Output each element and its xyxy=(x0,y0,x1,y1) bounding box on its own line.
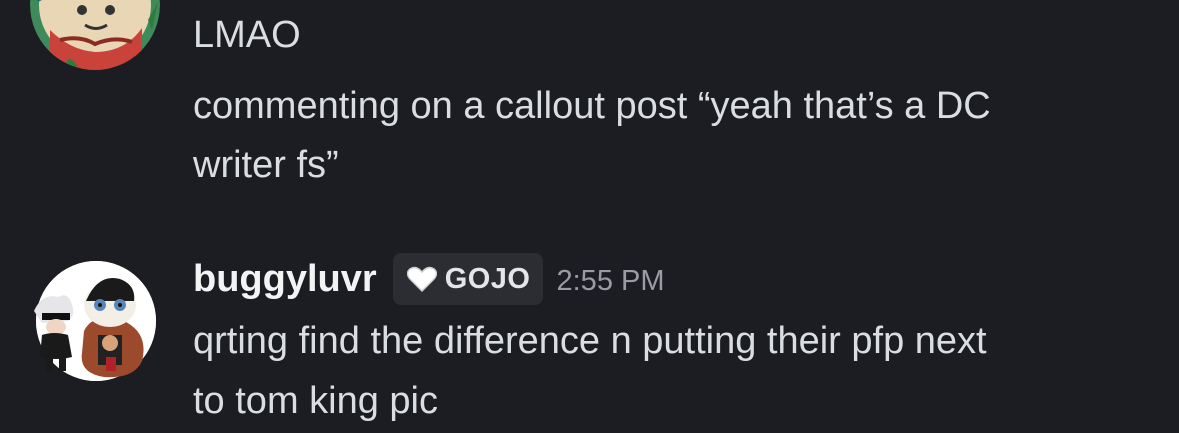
message-line: to tom king pic xyxy=(193,380,438,422)
username[interactable]: buggyluvr xyxy=(193,252,377,306)
user-avatar[interactable] xyxy=(30,0,160,70)
message-line: qrting find the difference n putting the… xyxy=(193,320,987,362)
heart-icon xyxy=(406,266,437,293)
message-line: writer fs” xyxy=(193,144,339,186)
avatar-image xyxy=(34,261,156,381)
message-line: LMAO xyxy=(193,14,301,56)
message-header: buggyluvr GOJO 2:55 PM xyxy=(193,252,665,306)
role-tag[interactable]: GOJO xyxy=(392,253,543,305)
message-line: commenting on a callout post “yeah that’… xyxy=(193,85,991,127)
timestamp: 2:55 PM xyxy=(556,264,665,297)
user-avatar[interactable] xyxy=(34,261,156,381)
chat-log: LMAO commenting on a callout post “yeah … xyxy=(0,0,1179,433)
avatar-image xyxy=(30,0,160,70)
role-tag-label: GOJO xyxy=(444,262,531,295)
